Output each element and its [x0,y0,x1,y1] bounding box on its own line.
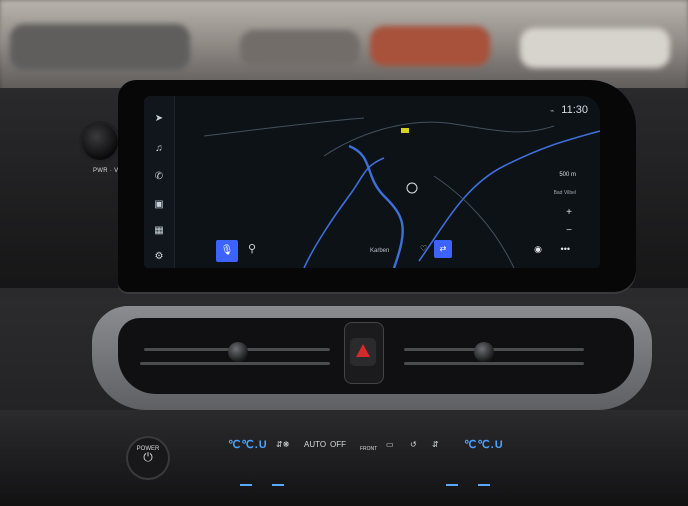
map-pin-icon[interactable]: ♡ [420,244,427,253]
climate-slider-indicator [478,484,490,486]
signal-icon: ⌁ [550,108,555,115]
climate-slider-indicator [272,484,284,486]
rear-defrost-icon[interactable]: ▭ [386,436,394,454]
background-car [370,26,490,66]
climate-slider-indicator [446,484,458,486]
auto-button[interactable]: AUTO [304,436,326,454]
lower-console [0,410,688,506]
hazard-icon [356,344,370,357]
map-scale: 500 m [559,172,576,178]
infotainment-screen: ➤ ♫ ✆ ▣ ▦ ⚙ ⌁ 11:30 Bad Vilbel 500 m + −… [144,96,600,268]
seat-vent-icon[interactable]: ⇵ [432,436,439,454]
climate-slider-indicator [240,484,252,486]
right-temp-display: ℃℃.U [464,439,504,451]
zoom-out-button[interactable]: − [566,226,572,236]
map-options[interactable]: ◉ ••• [534,244,570,255]
power-button[interactable]: POWER ⏻ [126,436,170,480]
navigation-icon[interactable]: ➤ [150,112,168,126]
music-icon[interactable]: ♫ [150,142,168,156]
microphone-icon: 🎙 [220,245,234,256]
map-place-label: Bad Vilbel [553,190,576,196]
map-view[interactable]: ⌁ 11:30 Bad Vilbel 500 m + − 🎙 ⚲ Karben … [174,96,600,268]
background-car [240,30,360,66]
zoom-in-button[interactable]: + [566,208,572,218]
climate-panel: ℃℃.U ⇵❋ AUTO OFF FRONT ▭ ↺ ⇵ ℃℃.U [220,436,520,456]
power-icon: ⏻ [143,450,153,464]
front-defrost-button[interactable]: FRONT [360,440,377,458]
compass-icon[interactable]: ◉ [534,244,542,254]
off-button[interactable]: OFF [330,436,346,454]
left-navigation-rail: ➤ ♫ ✆ ▣ ▦ ⚙ [144,96,175,268]
vent-louvre [404,348,584,351]
clock: 11:30 [561,104,588,116]
right-vent-knob[interactable] [474,342,494,362]
apps-icon[interactable]: ▦ [150,224,168,238]
route-icon: ⇄ [439,244,447,253]
power-volume-knob[interactable] [82,124,118,160]
left-vent-knob[interactable] [228,342,248,362]
background-car [520,28,670,68]
recirculation-icon[interactable]: ↺ [410,436,417,454]
vent-louvre [140,362,330,365]
search-button[interactable]: ⚲ [248,242,256,255]
left-temp-display: ℃℃.U [228,439,268,451]
background-car [10,24,190,70]
current-place-label: Karben [370,248,390,254]
more-icon[interactable]: ••• [561,244,570,254]
status-bar: ⌁ 11:30 [550,104,588,116]
vent-louvre [404,362,584,365]
microphone-button[interactable]: 🎙 [216,240,238,262]
route-button[interactable]: ⇄ [434,240,452,258]
car-icon[interactable]: ▣ [150,198,168,212]
phone-icon[interactable]: ✆ [150,170,168,184]
search-icon: ⚲ [248,243,257,255]
car-dashboard-scene: PWR · VOL ➤ ♫ ✆ ▣ ▦ ⚙ ⌁ 11:30 Bad Vilbel… [0,0,688,506]
fan-icon[interactable]: ⇵❋ [276,436,289,454]
settings-icon[interactable]: ⚙ [150,250,168,264]
